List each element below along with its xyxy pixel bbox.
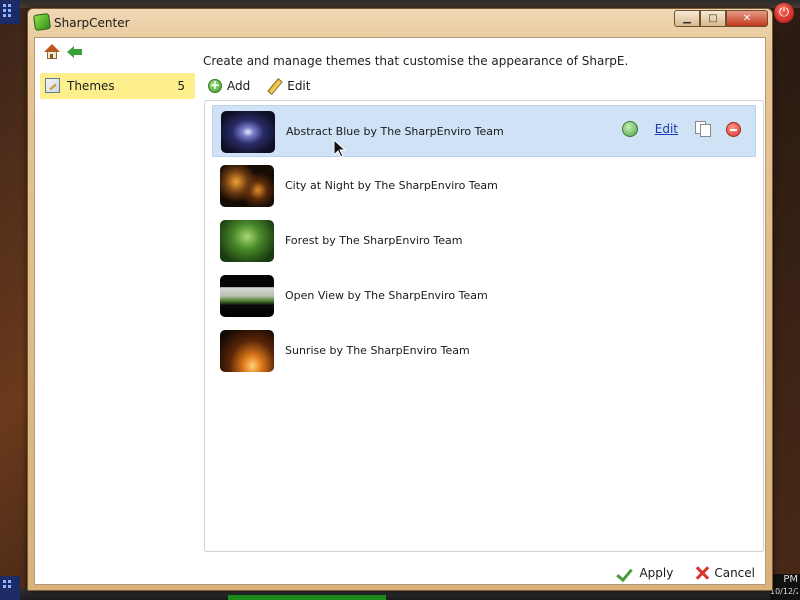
- sidebar-item-count: 5: [177, 79, 185, 93]
- nav-toolbar: [43, 44, 85, 60]
- checkmark-icon: [618, 566, 634, 580]
- theme-label: Open View by The SharpEnviro Team: [285, 289, 488, 302]
- copy-theme-icon[interactable]: [695, 121, 711, 137]
- row-actions: Edit: [621, 121, 741, 137]
- taskbar-clock: PM 10/12/2023: [770, 574, 800, 600]
- taskbar-active-indicator: [228, 595, 386, 600]
- apply-label: Apply: [639, 566, 674, 580]
- theme-row-abstract-blue[interactable]: Abstract Blue by The SharpEnviro Team Ed…: [212, 105, 756, 157]
- theme-row-forest[interactable]: Forest by The SharpEnviro Team: [212, 215, 756, 267]
- theme-toolbar: + Add Edit: [208, 78, 310, 94]
- desktop-top-bar: [0, 0, 800, 8]
- theme-label: Forest by The SharpEnviro Team: [285, 234, 463, 247]
- window-title: SharpCenter: [54, 16, 130, 30]
- edit-label: Edit: [287, 79, 311, 93]
- theme-row-open-view[interactable]: Open View by The SharpEnviro Team: [212, 270, 756, 322]
- theme-label: City at Night by The SharpEnviro Team: [285, 179, 498, 192]
- taskbar-menu-icon[interactable]: [0, 576, 20, 600]
- theme-list[interactable]: Abstract Blue by The SharpEnviro Team Ed…: [204, 100, 764, 552]
- theme-thumbnail-abstract-blue: [221, 111, 275, 153]
- sharpcenter-app-icon: [32, 12, 52, 32]
- page-description: Create and manage themes that customise …: [203, 54, 629, 68]
- sharpcenter-window: SharpCenter ▁ □ ✕ Themes 5 Create and ma…: [27, 8, 773, 591]
- theme-label: Sunrise by The SharpEnviro Team: [285, 344, 470, 357]
- theme-thumbnail-open-view: [220, 275, 274, 317]
- minimize-button[interactable]: ▁: [674, 10, 700, 27]
- apply-button[interactable]: Apply: [618, 566, 673, 580]
- add-icon: +: [208, 78, 222, 93]
- back-arrow-icon[interactable]: [67, 44, 85, 60]
- theme-label: Abstract Blue by The SharpEnviro Team: [286, 125, 504, 138]
- mouse-cursor-icon: [333, 139, 347, 158]
- pencil-icon: [266, 78, 282, 94]
- theme-thumbnail-city-at-night: [220, 165, 274, 207]
- add-label: Add: [227, 79, 251, 93]
- theme-thumbnail-forest: [220, 220, 274, 262]
- sidebar-item-themes[interactable]: Themes 5: [40, 73, 195, 99]
- theme-thumbnail-sunrise: [220, 330, 274, 372]
- remove-theme-icon[interactable]: [726, 121, 741, 137]
- cancel-label: Cancel: [714, 566, 755, 580]
- theme-row-city-at-night[interactable]: City at Night by The SharpEnviro Team: [212, 160, 756, 212]
- themes-icon: [45, 78, 60, 93]
- title-bar[interactable]: SharpCenter ▁ □ ✕: [28, 9, 772, 37]
- maximize-button[interactable]: □: [700, 10, 726, 27]
- clock-time: PM: [783, 574, 798, 585]
- close-button[interactable]: ✕: [726, 10, 768, 27]
- home-icon[interactable]: [43, 44, 61, 60]
- sidebar-item-label: Themes: [67, 79, 115, 93]
- window-client-area: Themes 5 Create and manage themes that c…: [34, 37, 766, 585]
- clock-date: 10/12/2023: [770, 587, 798, 596]
- start-menu-icon[interactable]: [0, 0, 20, 24]
- dialog-footer: Apply Cancel: [618, 566, 755, 580]
- theme-row-sunrise[interactable]: Sunrise by The SharpEnviro Team: [212, 325, 756, 377]
- window-controls: ▁ □ ✕: [674, 10, 768, 27]
- edit-theme-button[interactable]: Edit: [266, 78, 310, 94]
- add-theme-button[interactable]: + Add: [208, 79, 250, 93]
- cancel-x-icon: [695, 566, 709, 580]
- row-edit-link[interactable]: Edit: [655, 122, 678, 136]
- preview-theme-icon[interactable]: [621, 121, 638, 137]
- power-icon[interactable]: ⏻: [774, 3, 794, 23]
- cancel-button[interactable]: Cancel: [695, 566, 755, 580]
